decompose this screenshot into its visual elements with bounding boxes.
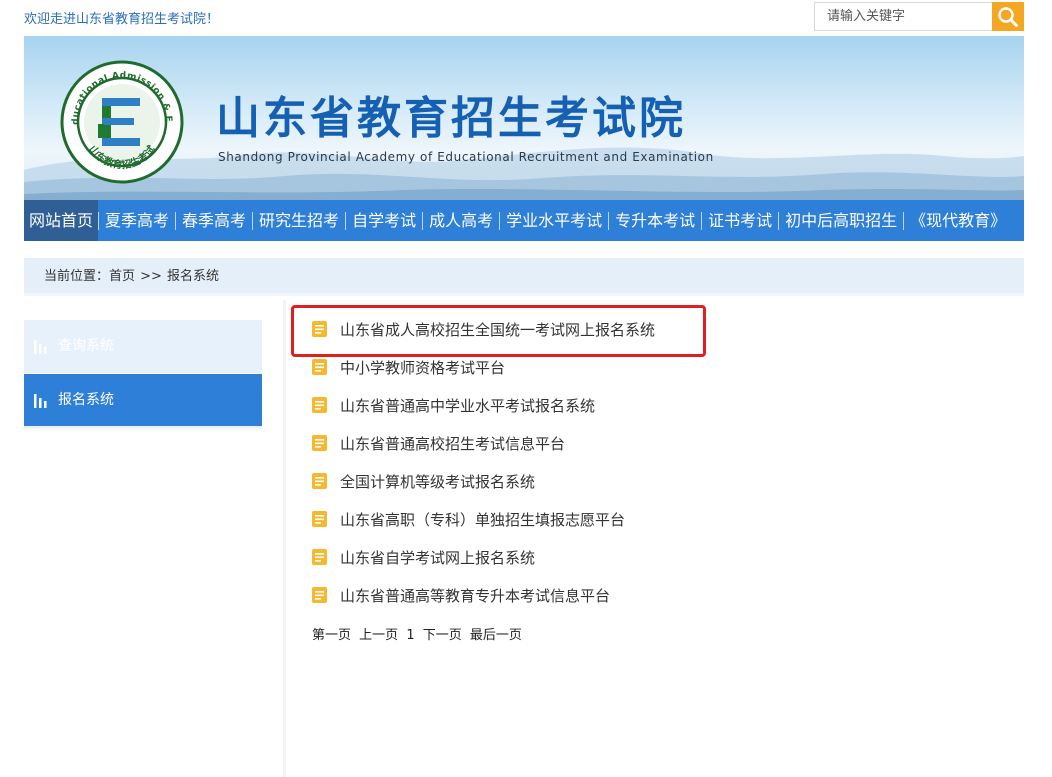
institute-logo: Shandong Educational Admission & Examina… — [58, 58, 184, 184]
list-item[interactable]: 山东省普通高中学业水平考试报名系统 — [312, 388, 1012, 426]
header-banner: Shandong Educational Admission & Examina… — [24, 36, 1024, 200]
top-bar: 欢迎走进山东省教育招生考试院！ — [0, 0, 1052, 36]
document-icon — [312, 359, 327, 375]
breadcrumb-home-link[interactable]: 首页 — [109, 258, 135, 296]
nav-item[interactable]: 自学考试 — [346, 200, 422, 241]
pagination: 第一页 上一页 1 下一页 最后一页 — [312, 624, 526, 643]
document-icon — [312, 321, 327, 337]
nav-item[interactable]: 证书考试 — [702, 200, 778, 241]
sidebar-item-registration[interactable]: 报名系统 — [24, 374, 262, 426]
sidebar: 查询系统 报名系统 — [24, 320, 262, 432]
list-item-link[interactable]: 全国计算机等级考试报名系统 — [340, 464, 535, 500]
list-item[interactable]: 山东省普通高等教育专升本考试信息平台 — [312, 578, 1012, 616]
pager-first[interactable]: 第一页 — [312, 628, 351, 643]
list-item-link[interactable]: 山东省自学考试网上报名系统 — [340, 540, 535, 576]
breadcrumb-current: 报名系统 — [167, 269, 220, 284]
pager-next[interactable]: 下一页 — [423, 628, 462, 643]
nav-item[interactable]: 《现代教育》 — [904, 200, 1012, 241]
list-item-link[interactable]: 山东省普通高等教育专升本考试信息平台 — [340, 578, 610, 614]
list-item[interactable]: 山东省高职（专科）单独招生填报志愿平台 — [312, 502, 1012, 540]
document-icon — [312, 549, 327, 565]
list-item[interactable]: 全国计算机等级考试报名系统 — [312, 464, 1012, 502]
site-subtitle: Shandong Provincial Academy of Education… — [218, 150, 714, 164]
system-list: 山东省成人高校招生全国统一考试网上报名系统 中小学教师资格考试平台 山东省普通高中学… — [312, 312, 1012, 616]
nav-item[interactable]: 春季高考 — [176, 200, 252, 241]
nav-item[interactable]: 成人高考 — [423, 200, 499, 241]
pager-prev[interactable]: 上一页 — [359, 628, 398, 643]
list-item-link[interactable]: 山东省成人高校招生全国统一考试网上报名系统 — [340, 312, 655, 348]
document-icon — [312, 397, 327, 413]
search-icon — [998, 7, 1018, 27]
bar-chart-icon — [34, 394, 47, 408]
pager-last[interactable]: 最后一页 — [470, 628, 522, 643]
nav-item[interactable]: 夏季高考 — [99, 200, 175, 241]
nav-item[interactable]: 初中后高职招生 — [779, 200, 903, 241]
sidebar-item-label: 报名系统 — [58, 392, 114, 408]
breadcrumb-label: 当前位置： — [44, 269, 110, 284]
list-item[interactable]: 中小学教师资格考试平台 — [312, 350, 1012, 388]
main-nav: 网站首页 夏季高考 春季高考 研究生招考 自学考试 成人高考 学业水平考试 专升本考试 证书考试… — [24, 200, 1024, 241]
breadcrumb: 当前位置：首页 >> 报名系统 — [24, 258, 1024, 296]
sidebar-item-query[interactable]: 查询系统 — [24, 320, 262, 373]
search-button[interactable] — [992, 2, 1024, 31]
content-divider — [283, 300, 286, 777]
search-box — [814, 2, 1024, 31]
sidebar-item-label: 查询系统 — [58, 338, 114, 354]
sidebar-shadow — [24, 426, 262, 432]
nav-item[interactable]: 研究生招考 — [253, 200, 345, 241]
list-item[interactable]: 山东省自学考试网上报名系统 — [312, 540, 1012, 578]
list-item-link[interactable]: 山东省普通高中学业水平考试报名系统 — [340, 388, 595, 424]
welcome-text: 欢迎走进山东省教育招生考试院！ — [24, 12, 220, 27]
bar-chart-icon — [34, 340, 47, 354]
document-icon — [312, 511, 327, 527]
list-item[interactable]: 山东省成人高校招生全国统一考试网上报名系统 — [312, 312, 1012, 350]
document-icon — [312, 473, 327, 489]
document-icon — [312, 435, 327, 451]
list-item[interactable]: 山东省普通高校招生考试信息平台 — [312, 426, 1012, 464]
nav-item[interactable]: 网站首页 — [24, 200, 99, 241]
search-input[interactable] — [815, 3, 993, 30]
list-item-link[interactable]: 山东省普通高校招生考试信息平台 — [340, 426, 565, 462]
list-item-link[interactable]: 中小学教师资格考试平台 — [340, 350, 505, 386]
document-icon — [312, 587, 327, 603]
nav-item[interactable]: 学业水平考试 — [500, 200, 608, 241]
nav-item[interactable]: 专升本考试 — [609, 200, 701, 241]
list-item-link[interactable]: 山东省高职（专科）单独招生填报志愿平台 — [340, 502, 625, 538]
pager-current: 1 — [406, 628, 415, 643]
breadcrumb-separator: >> — [140, 269, 162, 284]
site-title: 山东省教育招生考试院 — [216, 93, 686, 144]
